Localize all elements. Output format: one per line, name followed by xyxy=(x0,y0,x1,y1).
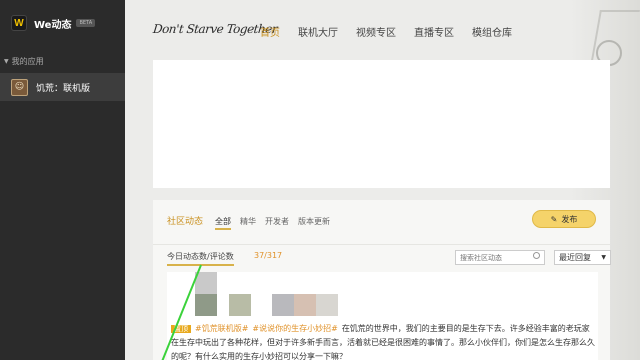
tab-videos[interactable]: 视频专区 xyxy=(356,24,396,39)
post-button-label: 发布 xyxy=(561,214,578,224)
sort-select[interactable]: 最近回复 ▼ xyxy=(554,250,611,265)
brand: W We动态 BETA xyxy=(11,14,96,32)
hashtag-link[interactable]: #说说你的生存小妙招# xyxy=(252,324,337,333)
sidebar: W We动态 BETA ▼ 我的应用 ☺ 饥荒：联机版 xyxy=(0,0,125,360)
beta-badge: BETA xyxy=(76,19,96,27)
blurred-image xyxy=(195,272,217,294)
caret-down-icon: ▼ xyxy=(4,58,9,65)
filter-all[interactable]: 全部 xyxy=(215,216,232,230)
game-logo[interactable]: Don't Starve Together xyxy=(152,22,278,36)
tab-lobby[interactable]: 联机大厅 xyxy=(298,24,338,39)
we-logo-icon: W xyxy=(11,15,27,31)
blurred-image xyxy=(229,294,251,316)
my-apps-section[interactable]: ▼ 我的应用 xyxy=(4,56,44,67)
pen-icon: ✎ xyxy=(550,214,558,224)
feed-tabs: 社区动态 全部 精华 开发者 版本更新 xyxy=(167,214,339,230)
post-button[interactable]: ✎ 发布 xyxy=(532,210,596,228)
post-body: 置顶 #饥荒联机版# #说说你的生存小妙招# 在饥荒的世界中，我们的主要目的是生存下去… xyxy=(171,322,596,360)
section-title: 我的应用 xyxy=(11,57,44,66)
daily-stats-count: 37/317 xyxy=(254,251,283,260)
blurred-image xyxy=(316,294,338,316)
chevron-down-icon: ▼ xyxy=(601,254,606,261)
search-input[interactable] xyxy=(455,250,545,265)
sidebar-item-dont-starve[interactable]: ☺ 饥荒：联机版 xyxy=(0,73,125,101)
sort-select-value: 最近回复 xyxy=(559,253,591,262)
tab-home[interactable]: 首页 xyxy=(260,24,280,39)
tab-mods[interactable]: 模组仓库 xyxy=(472,24,512,39)
sidebar-item-label: 饥荒：联机版 xyxy=(36,83,91,94)
stats-row: 今日动态数/评论数 37/317 最近回复 ▼ xyxy=(153,244,611,268)
community-feed: 社区动态 全部 精华 开发者 版本更新 ✎ 发布 今日动态数/评论数 37/31… xyxy=(153,200,611,360)
feed-title: 社区动态 xyxy=(167,217,204,227)
filter-updates[interactable]: 版本更新 xyxy=(298,216,330,227)
top-nav: 首页 联机大厅 视频专区 直播专区 模组仓库 xyxy=(260,24,512,39)
blurred-image xyxy=(272,294,294,316)
game-icon: ☺ xyxy=(11,78,28,96)
blurred-image xyxy=(294,294,316,316)
filter-featured[interactable]: 精华 xyxy=(240,216,256,227)
pinned-post[interactable]: 置顶 #饥荒联机版# #说说你的生存小妙招# 在饥荒的世界中，我们的主要目的是生存下去… xyxy=(167,272,598,360)
banner[interactable] xyxy=(153,60,610,188)
tab-live[interactable]: 直播专区 xyxy=(414,24,454,39)
blurred-image xyxy=(195,294,217,316)
brand-name: We动态 xyxy=(34,19,72,31)
search-icon[interactable] xyxy=(533,252,540,259)
hashtag-link[interactable]: #饥荒联机版# xyxy=(195,324,248,333)
main-area: Don't Starve Together 首页 联机大厅 视频专区 直播专区 … xyxy=(125,0,640,360)
filter-developer[interactable]: 开发者 xyxy=(265,216,289,227)
